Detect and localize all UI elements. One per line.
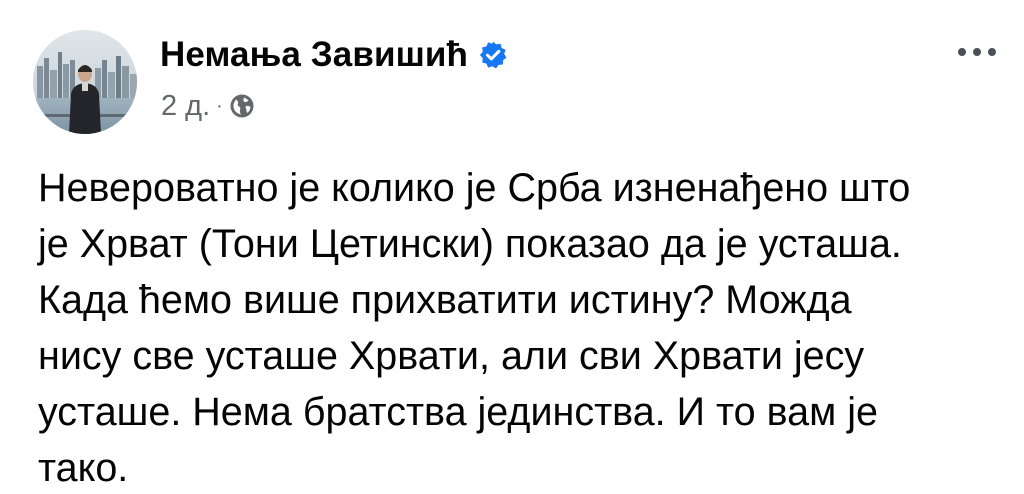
post-text-line: тако.: [38, 446, 129, 490]
post-meta: 2 д. ·: [161, 88, 255, 124]
profile-photo: [33, 30, 137, 134]
verified-badge-icon: [478, 40, 508, 70]
globe-icon[interactable]: [229, 93, 255, 119]
more-horizontal-icon-dot: [988, 48, 996, 56]
author-header: Немања Завишић: [160, 32, 508, 78]
avatar[interactable]: [33, 30, 137, 134]
post-timestamp[interactable]: 2 д.: [161, 90, 210, 123]
facebook-post: Немања Завишић 2 д. · Невероватно је кол…: [0, 0, 1024, 494]
meta-separator: ·: [216, 94, 223, 117]
post-text-line: нису све усташе Хрвати, али сви Хрвати ј…: [38, 334, 865, 378]
more-horizontal-icon-dot: [973, 48, 981, 56]
post-text-line: усташе. Нема братства јединства. И то ва…: [38, 390, 878, 434]
post-body: Невероватно је колико је Срба изненађено…: [38, 160, 998, 494]
author-name[interactable]: Немања Завишић: [160, 35, 468, 75]
post-text-line: Када ћемо више прихватити истину? Можда: [38, 278, 852, 322]
post-text-line: Невероватно је колико је Срба изненађено…: [38, 166, 911, 210]
more-options-button[interactable]: [948, 38, 1006, 66]
post-text-line: је Хрват (Тони Цетински) показао да је у…: [38, 222, 902, 266]
more-horizontal-icon: [958, 48, 966, 56]
